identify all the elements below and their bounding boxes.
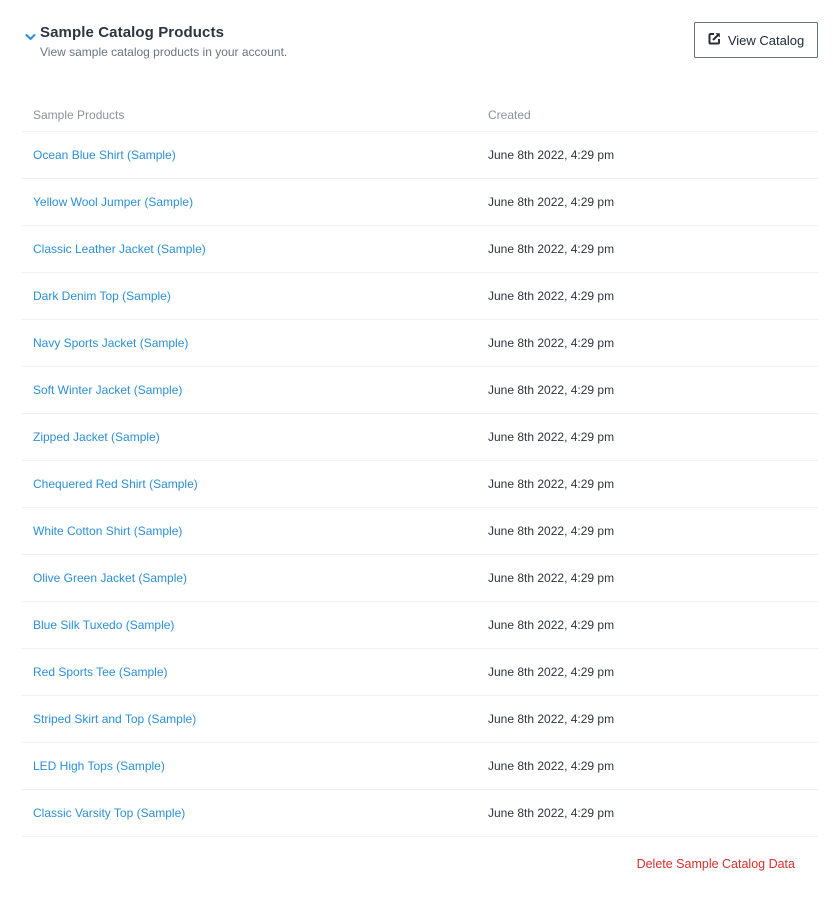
product-link[interactable]: Striped Skirt and Top (Sample) (33, 712, 196, 726)
product-link[interactable]: Dark Denim Top (Sample) (33, 289, 171, 303)
product-name-cell: Olive Green Jacket (Sample) (22, 554, 477, 602)
product-link[interactable]: Zipped Jacket (Sample) (33, 430, 160, 444)
view-catalog-button[interactable]: View Catalog (694, 22, 818, 58)
product-link[interactable]: Blue Silk Tuxedo (Sample) (33, 618, 174, 632)
section-title-row[interactable]: Sample Catalog Products (25, 22, 287, 42)
created-date-cell: June 8th 2022, 4:29 pm (477, 460, 818, 508)
created-date-cell: June 8th 2022, 4:29 pm (477, 272, 818, 320)
table-row: Chequered Red Shirt (Sample) June 8th 202… (22, 460, 818, 508)
product-link[interactable]: Yellow Wool Jumper (Sample) (33, 195, 193, 209)
table-row: Classic Leather Jacket (Sample) June 8th … (22, 225, 818, 273)
section-subtitle: View sample catalog products in your acc… (40, 45, 288, 59)
product-name-cell: White Cotton Shirt (Sample) (22, 507, 477, 555)
view-catalog-label: View Catalog (727, 32, 805, 48)
product-link[interactable]: Red Sports Tee (Sample) (33, 665, 168, 679)
created-date-cell: June 8th 2022, 4:29 pm (477, 178, 818, 226)
product-link[interactable]: Classic Leather Jacket (Sample) (33, 242, 206, 256)
table-row: Dark Denim Top (Sample) June 8th 2022, 4:… (22, 272, 818, 320)
table-row: Striped Skirt and Top (Sample) June 8th 2… (22, 695, 818, 743)
table-row: Blue Silk Tuxedo (Sample) June 8th 2022, … (22, 601, 818, 649)
created-date-cell: June 8th 2022, 4:29 pm (477, 319, 818, 367)
created-date-cell: June 8th 2022, 4:29 pm (477, 695, 818, 743)
table-header-row: Sample Products Created (22, 98, 818, 132)
product-link[interactable]: Classic Varsity Top (Sample) (33, 806, 185, 820)
section-header: Sample Catalog Products View sample cata… (25, 22, 287, 59)
product-name-cell: Blue Silk Tuxedo (Sample) (22, 601, 477, 649)
created-date-cell: June 8th 2022, 4:29 pm (477, 225, 818, 273)
table-row: Ocean Blue Shirt (Sample) June 8th 2022, … (22, 131, 818, 179)
section-title: Sample Catalog Products (40, 23, 225, 41)
product-name-cell: Dark Denim Top (Sample) (22, 272, 477, 320)
sample-catalog-panel: Sample Catalog Products View sample cata… (0, 0, 838, 902)
product-link[interactable]: White Cotton Shirt (Sample) (33, 524, 182, 538)
product-link[interactable]: Soft Winter Jacket (Sample) (33, 383, 182, 397)
product-name-cell: LED High Tops (Sample) (22, 742, 477, 790)
product-name-cell: Chequered Red Shirt (Sample) (22, 460, 477, 508)
product-link[interactable]: LED High Tops (Sample) (33, 759, 165, 773)
created-date-cell: June 8th 2022, 4:29 pm (477, 366, 818, 414)
created-date-cell: June 8th 2022, 4:29 pm (477, 601, 818, 649)
created-date-cell: June 8th 2022, 4:29 pm (477, 742, 818, 790)
product-name-cell: Yellow Wool Jumper (Sample) (22, 178, 477, 226)
delete-sample-catalog-data-link[interactable]: Delete Sample Catalog Data (637, 857, 795, 871)
column-header-sample-products: Sample Products (22, 98, 477, 132)
product-name-cell: Navy Sports Jacket (Sample) (22, 319, 477, 367)
table-row: LED High Tops (Sample) June 8th 2022, 4:2… (22, 742, 818, 790)
created-date-cell: June 8th 2022, 4:29 pm (477, 131, 818, 179)
table-row: Yellow Wool Jumper (Sample) June 8th 2022… (22, 178, 818, 226)
created-date-cell: June 8th 2022, 4:29 pm (477, 507, 818, 555)
chevron-down-icon[interactable] (25, 28, 36, 40)
table-row: White Cotton Shirt (Sample) June 8th 2022… (22, 507, 818, 555)
created-date-cell: June 8th 2022, 4:29 pm (477, 554, 818, 602)
table-row: Red Sports Tee (Sample) June 8th 2022, 4:… (22, 648, 818, 696)
table-row: Soft Winter Jacket (Sample) June 8th 2022… (22, 366, 818, 414)
product-name-cell: Striped Skirt and Top (Sample) (22, 695, 477, 743)
table-row: Zipped Jacket (Sample) June 8th 2022, 4:2… (22, 413, 818, 461)
created-date-cell: June 8th 2022, 4:29 pm (477, 648, 818, 696)
created-date-cell: June 8th 2022, 4:29 pm (477, 413, 818, 461)
external-link-icon (708, 32, 721, 48)
sample-products-table: Sample Products Created Ocean Blue Shirt… (22, 98, 818, 837)
product-name-cell: Soft Winter Jacket (Sample) (22, 366, 477, 414)
product-link[interactable]: Navy Sports Jacket (Sample) (33, 336, 188, 350)
product-link[interactable]: Ocean Blue Shirt (Sample) (33, 148, 176, 162)
column-header-created: Created (477, 98, 818, 132)
product-name-cell: Red Sports Tee (Sample) (22, 648, 477, 696)
table-row: Navy Sports Jacket (Sample) June 8th 2022… (22, 319, 818, 367)
created-date-cell: June 8th 2022, 4:29 pm (477, 789, 818, 837)
table-row: Classic Varsity Top (Sample) June 8th 202… (22, 789, 818, 837)
product-name-cell: Zipped Jacket (Sample) (22, 413, 477, 461)
table-row: Olive Green Jacket (Sample) June 8th 2022… (22, 554, 818, 602)
product-link[interactable]: Chequered Red Shirt (Sample) (33, 477, 198, 491)
product-name-cell: Classic Varsity Top (Sample) (22, 789, 477, 837)
product-name-cell: Ocean Blue Shirt (Sample) (22, 131, 477, 179)
product-name-cell: Classic Leather Jacket (Sample) (22, 225, 477, 273)
product-link[interactable]: Olive Green Jacket (Sample) (33, 571, 187, 585)
